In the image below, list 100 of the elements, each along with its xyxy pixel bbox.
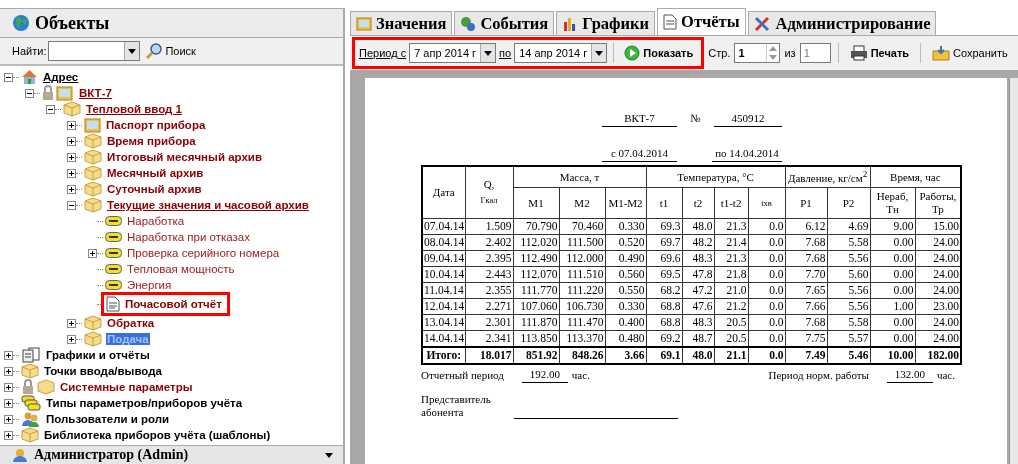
save-button[interactable]: Сохранить (928, 45, 1012, 61)
page-field[interactable]: 1 (734, 43, 781, 63)
expander-toggle[interactable] (67, 168, 76, 178)
tree-item[interactable]: Итоговый месячный архив (106, 151, 263, 163)
table-cell: 0.0 (748, 347, 786, 364)
date-from: с 07.04.2014 (602, 147, 677, 162)
tree-item[interactable]: Суточный архив (106, 183, 203, 195)
expander-toggle[interactable] (4, 430, 13, 440)
search-icon (146, 43, 163, 59)
tree-item[interactable]: Время прибора (106, 135, 197, 147)
tree-item[interactable]: Точки ввода/вывода (43, 365, 163, 377)
panel-title: Объекты (35, 12, 110, 34)
caret-icon[interactable] (325, 452, 333, 458)
cube-icon (84, 181, 102, 197)
tree-item[interactable]: ВКТ-7 (78, 87, 113, 99)
scrollbar[interactable] (1009, 78, 1018, 464)
expander-toggle[interactable] (4, 366, 13, 376)
column-header: M1-M2 (605, 187, 646, 219)
tab[interactable]: Графики (556, 11, 656, 35)
print-button[interactable]: Печать (845, 45, 914, 61)
expander-toggle[interactable] (67, 136, 76, 146)
table-cell: 0.00 (870, 314, 916, 331)
dropdown-icon[interactable] (595, 50, 604, 56)
table-cell: 21.3 (714, 218, 748, 235)
column-header: M1 (513, 187, 559, 219)
table-cell: 851.92 (513, 347, 559, 364)
table-cell: 4.69 (827, 218, 871, 235)
expander-toggle[interactable] (67, 200, 76, 210)
number-label: № (689, 112, 702, 126)
find-label: Найти: (12, 45, 47, 57)
dropdown-icon[interactable] (128, 48, 137, 54)
expander-toggle[interactable] (67, 120, 76, 130)
expander-toggle[interactable] (67, 318, 76, 328)
tree-item[interactable]: Почасовой отчёт (124, 298, 223, 310)
expander-toggle[interactable] (67, 334, 76, 344)
table-cell: 9.00 (870, 218, 916, 235)
expander-toggle[interactable] (46, 104, 55, 114)
search-button[interactable]: Поиск (142, 43, 200, 59)
tree-item[interactable]: Энергия (126, 279, 173, 291)
show-button[interactable]: Показать (620, 45, 698, 61)
tree-item[interactable]: Графики и отчёты (45, 349, 151, 361)
expander-toggle[interactable] (4, 382, 13, 392)
table-cell: 6.12 (785, 218, 828, 235)
column-header: Температура, °С (646, 166, 786, 188)
table-cell: 112.490 (513, 250, 559, 267)
table-cell: 0.0 (748, 298, 786, 315)
table-cell: 68.8 (646, 314, 682, 331)
tree-item[interactable]: Типы параметров/приборов учёта (45, 397, 244, 409)
tab[interactable]: Отчёты (657, 8, 746, 35)
tree-item[interactable]: Адрес (42, 71, 80, 83)
unit-label: час. (571, 369, 590, 383)
expander-toggle[interactable] (88, 248, 97, 258)
table-cell: 5.58 (827, 314, 871, 331)
table-cell: 111.470 (559, 314, 605, 331)
expander-toggle[interactable] (4, 398, 13, 408)
table-cell: 0.00 (870, 282, 916, 299)
tree-item[interactable]: Месячный архив (106, 167, 205, 179)
date-from-field[interactable]: 7 апр 2014 г (409, 43, 497, 63)
column-header: tхв (748, 187, 786, 219)
table-cell: 5.56 (827, 250, 871, 267)
table-cell: 13.04.14 (422, 314, 465, 331)
table-cell: 1.00 (870, 298, 916, 315)
tree-item[interactable]: Проверка серийного номера (126, 247, 281, 259)
expander-toggle[interactable] (4, 72, 13, 82)
expander-toggle[interactable] (67, 152, 76, 162)
tree-item[interactable]: Библиотека приборов учёта (шаблоны) (43, 429, 272, 441)
tree-item[interactable]: Тепловая мощность (126, 263, 236, 275)
tree-item[interactable]: Паспорт прибора (105, 119, 207, 131)
unit-label: час. (936, 369, 955, 383)
tab[interactable]: Администрирование (747, 11, 937, 35)
find-field[interactable] (48, 41, 141, 61)
table-cell: 21.4 (714, 234, 748, 251)
table-cell: 2.301 (465, 314, 513, 331)
column-header: P2 (827, 187, 871, 219)
spin-down-icon[interactable] (769, 55, 778, 60)
table-cell: 111.500 (559, 234, 605, 251)
globe-icon (12, 14, 30, 32)
expander-toggle[interactable] (25, 88, 34, 98)
tree-item[interactable]: Наработка при отказах (126, 231, 251, 243)
tree-item[interactable]: Текущие значения и часовой архив (106, 199, 310, 211)
tab[interactable]: Значения (350, 11, 453, 35)
tree-item[interactable]: Обратка (106, 317, 156, 329)
dropdown-icon[interactable] (484, 50, 493, 56)
table-cell: 0.400 (605, 314, 646, 331)
expander-toggle[interactable] (67, 184, 76, 194)
date-to-field[interactable]: 14 апр 2014 г (514, 43, 608, 63)
tab[interactable]: События (454, 11, 555, 35)
tree-item[interactable]: Пользователи и роли (45, 413, 171, 425)
table-cell: 111.770 (513, 282, 559, 299)
tree-item[interactable]: Наработка (126, 215, 186, 227)
table-cell: 7.66 (785, 298, 828, 315)
table-cell: 47.6 (682, 298, 714, 315)
table-cell: 848.26 (559, 347, 605, 364)
expander-toggle[interactable] (4, 350, 13, 360)
table-cell: 0.0 (748, 250, 786, 267)
tree-item[interactable]: Тепловой ввод 1 (85, 103, 183, 115)
table-cell: 0.0 (748, 218, 786, 235)
expander-toggle[interactable] (4, 414, 13, 424)
spin-up-icon[interactable] (769, 46, 778, 51)
tree-item[interactable]: Системные параметры (59, 381, 194, 393)
